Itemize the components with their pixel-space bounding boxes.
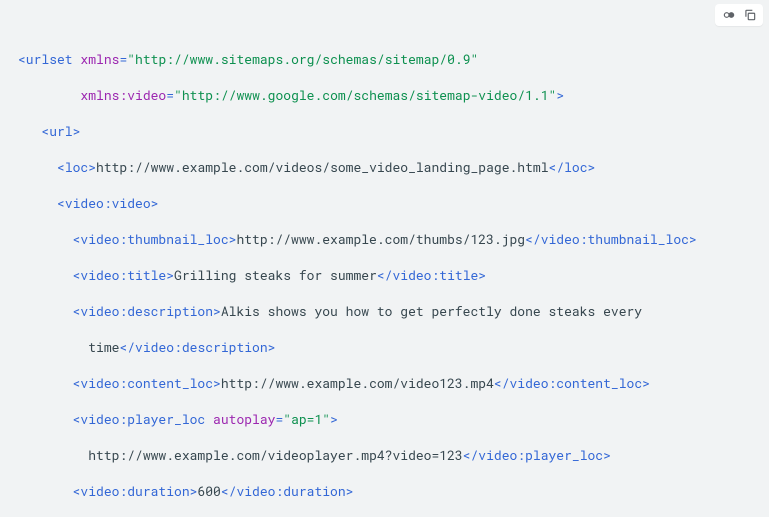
tag-loc-close: </loc>	[549, 158, 596, 176]
tag-player-open: <video:player_loc	[73, 410, 213, 428]
tag-desc-close: </video:description>	[119, 338, 275, 356]
tag-urlset-open: <urlset	[18, 50, 80, 68]
tag-player-close: </video:player_loc>	[463, 446, 611, 464]
code-content: <urlset xmlns = "http://www.sitemaps.org/s…	[18, 50, 751, 517]
tag-url-open: <url>	[41, 122, 80, 140]
tag-thumb-close: </video:thumbnail_loc>	[525, 230, 697, 248]
gt: >	[330, 410, 338, 428]
tag-duration-open: <video:duration>	[73, 482, 198, 500]
tag-title-open: <video:title>	[73, 266, 174, 284]
tag-loc-open: <loc>	[57, 158, 96, 176]
tag-duration-close: </video:duration>	[221, 482, 354, 500]
tag-thumb-open: <video:thumbnail_loc>	[73, 230, 237, 248]
tag-video-open: <video:video>	[57, 194, 158, 212]
attr-autoplay: autoplay	[213, 410, 275, 428]
copy-icon[interactable]	[741, 6, 759, 24]
thumb-text: http://www.example.com/thumbs/123.jpg	[236, 230, 525, 248]
tag-content-open: <video:content_loc>	[73, 374, 221, 392]
xml-code-block: <urlset xmlns = "http://www.sitemaps.org/s…	[0, 0, 769, 517]
loc-text: http://www.example.com/videos/some_video…	[96, 158, 548, 176]
title-text: Grilling steaks for summer	[174, 266, 377, 284]
player-text: http://www.example.com/videoplayer.mp4?v…	[88, 446, 462, 464]
tag-content-close: </video:content_loc>	[494, 374, 650, 392]
desc-text-l2: time	[88, 338, 119, 356]
val-autoplay: "ap=1"	[283, 410, 330, 428]
attr-xmlns: xmlns	[80, 50, 119, 68]
duration-text: 600	[197, 482, 220, 500]
tag-desc-open: <video:description>	[73, 302, 221, 320]
val-xmlns-video: "http://www.google.com/schemas/sitemap-v…	[174, 86, 556, 104]
tag-title-close: </video:title>	[377, 266, 486, 284]
val-xmlns: "http://www.sitemaps.org/schemas/sitemap…	[127, 50, 478, 68]
attr-xmlns-video: xmlns:video	[80, 86, 166, 104]
code-toolbar	[715, 4, 763, 26]
gt: >	[556, 86, 564, 104]
content-text: http://www.example.com/video123.mp4	[221, 374, 494, 392]
eq: =	[166, 86, 174, 104]
desc-text-l1: Alkis shows you how to get perfectly don…	[221, 302, 642, 320]
dark-mode-icon[interactable]	[719, 6, 739, 24]
